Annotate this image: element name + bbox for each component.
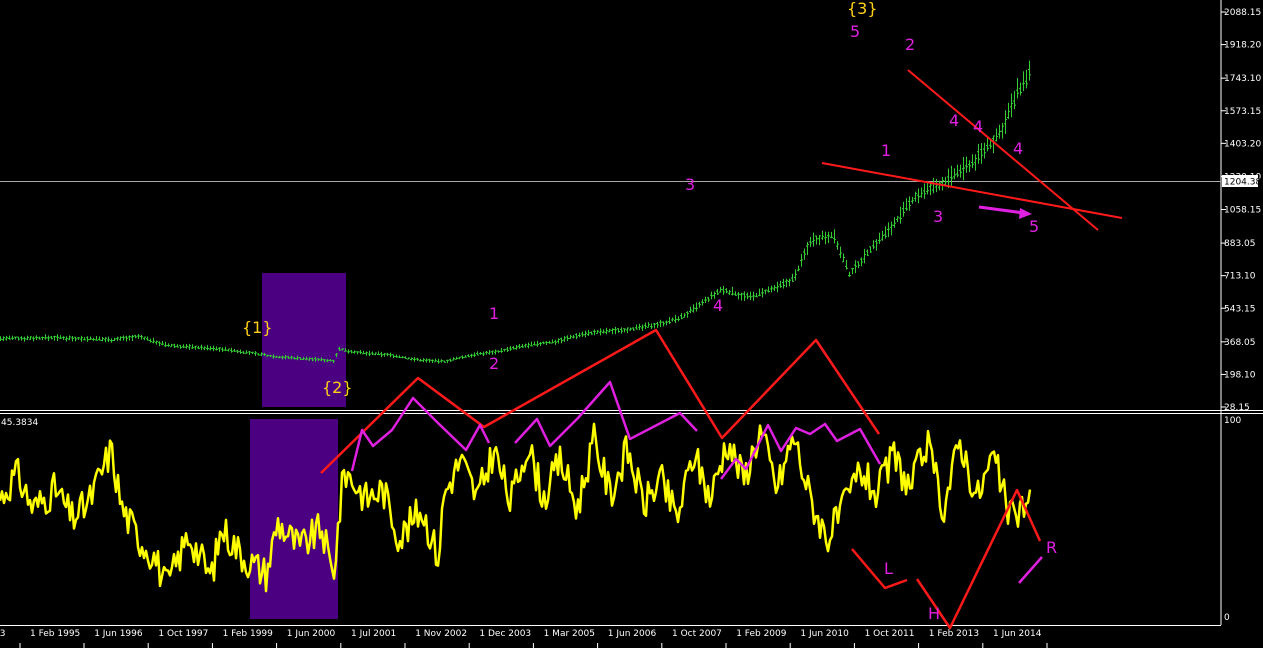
wave-label-1-mid: 1	[489, 304, 499, 323]
time-tick-label: 1 Feb 1999	[223, 629, 274, 639]
time-tick-label: 1 Jun 1996	[94, 629, 143, 639]
time-tick-label: 1 Jun 2014	[993, 629, 1042, 639]
price-tick-label: 28.15	[1224, 403, 1250, 413]
time-tick-label: 1 Oct 1997	[158, 629, 208, 639]
price-axis: 2088.151918.201743.101573.151403.201230.…	[1221, 8, 1261, 413]
price-tick-label: 198.10	[1224, 370, 1256, 380]
wave-label-5-top: 5	[850, 22, 860, 41]
oscillator-tick-label: 100	[1224, 416, 1241, 426]
wave-label-4-mid: 4	[713, 296, 723, 315]
price-tick-label: 1573.15	[1224, 107, 1261, 117]
wave-label-3-right: 3	[933, 207, 943, 226]
price-tick-label: 1058.15	[1224, 206, 1261, 216]
degree-label-3: {3}	[847, 0, 878, 18]
price-tick-label: 713.10	[1224, 272, 1256, 282]
price-tick-label: 1918.20	[1224, 41, 1261, 51]
time-tick-label: 1 Nov 2002	[415, 629, 467, 639]
chart-background	[0, 0, 1221, 648]
wave-label-4b: 4	[973, 117, 983, 136]
wave-label-1-right: 1	[881, 141, 891, 160]
highlight-box-oscillator	[250, 419, 338, 619]
price-chart[interactable]: 2088.151918.201743.101573.151403.201230.…	[0, 0, 1263, 648]
degree-label-2: {2}	[322, 378, 353, 397]
time-tick-label: 1 Oct 2011	[865, 629, 915, 639]
wave-label-4a: 4	[949, 111, 959, 130]
time-tick-label: 1 Mar 2005	[544, 629, 595, 639]
price-tick-label: 368.05	[1224, 338, 1256, 348]
letter-label-L: L	[884, 559, 893, 578]
time-tick-label: 1 Feb 2009	[736, 629, 787, 639]
oscillator-value: 45.3834	[1, 418, 38, 428]
time-tick-label: 1 Feb 1995	[30, 629, 80, 639]
time-tick-label: 1 Oct 2007	[672, 629, 722, 639]
current-price-label: 1204.38	[1224, 178, 1261, 188]
time-tick-label: 1 Feb 2013	[929, 629, 979, 639]
letter-label-H: H	[928, 604, 940, 623]
oscillator-tick-label: 0	[1224, 613, 1230, 623]
time-tick-label: 1 Dec 2003	[479, 629, 531, 639]
wave-label-2-mid: 2	[489, 354, 499, 373]
price-tick-label: 1403.20	[1224, 139, 1261, 149]
time-tick-label: 1 Jun 2010	[800, 629, 849, 639]
time-tick-label: 93	[0, 629, 5, 639]
price-tick-label: 2088.15	[1224, 8, 1261, 18]
price-tick-label: 543.15	[1224, 304, 1256, 314]
wave-label-4c: 4	[1013, 139, 1023, 158]
wave-label-2-top: 2	[905, 35, 915, 54]
time-tick-label: 1 Jul 2001	[351, 629, 396, 639]
price-tick-label: 1743.10	[1224, 74, 1261, 84]
letter-label-R: R	[1046, 538, 1057, 557]
degree-label-1: {1}	[242, 318, 273, 337]
wave-label-5-right: 5	[1029, 217, 1039, 236]
wave-label-3-mid: 3	[685, 175, 695, 194]
oscillator-axis: 100 0	[1224, 416, 1241, 623]
price-tick-label: 883.05	[1224, 239, 1256, 249]
time-tick-label: 1 Jun 2006	[608, 629, 657, 639]
time-tick-label: 1 Jun 2000	[287, 629, 336, 639]
